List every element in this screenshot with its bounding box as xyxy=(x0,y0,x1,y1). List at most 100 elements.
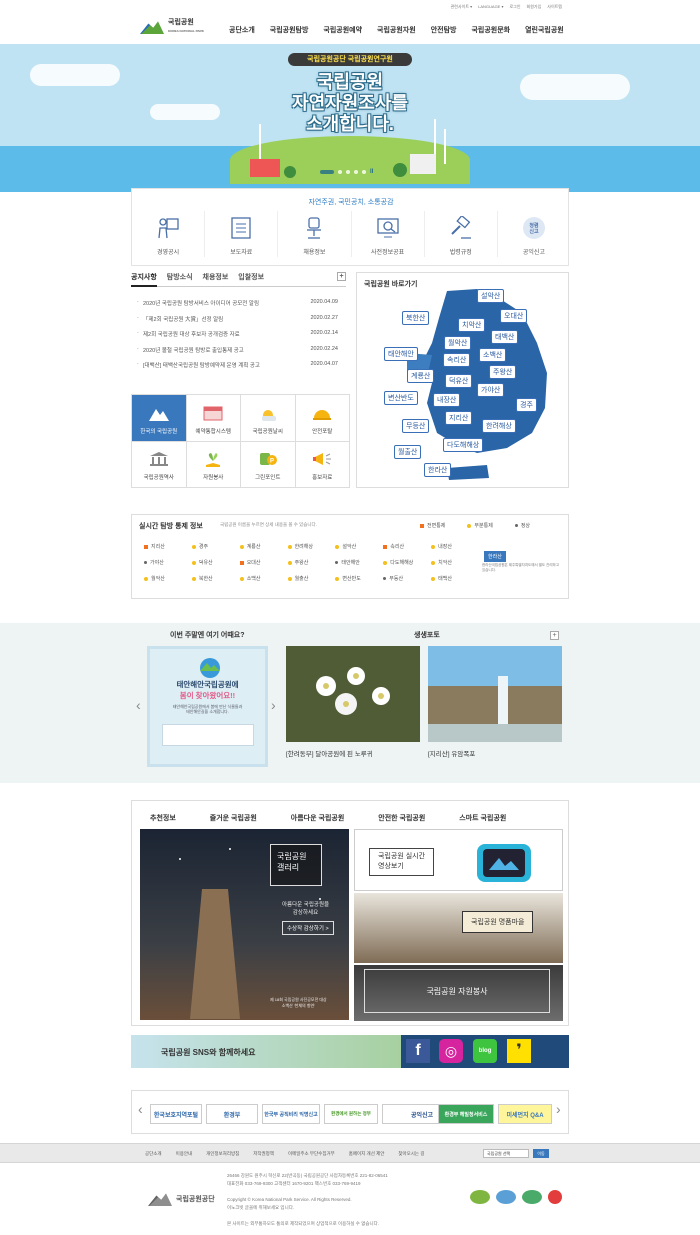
photo-card[interactable]: [지리산] 유암폭포 xyxy=(428,646,562,758)
control-park-item[interactable]: 속리산 xyxy=(383,543,431,550)
gallery-button[interactable]: 수상작 감상하기 > xyxy=(282,921,334,935)
service-greenpoint[interactable]: P 그린포인트 xyxy=(241,441,295,487)
prev-arrow-icon[interactable]: ‹ xyxy=(136,697,141,713)
park-link[interactable]: 한려해상 xyxy=(482,419,516,433)
park-link[interactable]: 덕유산 xyxy=(445,374,473,388)
family-site[interactable]: 환경에서 원하는 정부 xyxy=(324,1104,378,1124)
footer-link[interactable]: 이메일주소 무단수집거부 xyxy=(288,1151,335,1157)
park-link[interactable]: 오대산 xyxy=(500,309,528,323)
nav-item[interactable]: 국립공원예약 xyxy=(323,25,362,35)
park-link[interactable]: 지리산 xyxy=(445,411,473,425)
photo-more-button[interactable]: + xyxy=(550,631,559,640)
footer-link[interactable]: 공단소개 xyxy=(145,1151,162,1157)
nav-item[interactable]: 국립공원문화 xyxy=(471,25,510,35)
next-arrow-icon[interactable]: › xyxy=(556,1101,561,1117)
nav-item[interactable]: 안전탐방 xyxy=(431,25,457,35)
park-link[interactable]: 속리산 xyxy=(443,353,471,367)
park-link[interactable]: 태백산 xyxy=(491,330,519,344)
service-volunteer[interactable]: 자원봉사 xyxy=(186,441,240,487)
kakao-story-icon[interactable]: ❜ xyxy=(507,1039,531,1063)
utility-link[interactable]: 관련사이트 ▾ xyxy=(451,4,473,10)
footer-link[interactable]: 찾아오시는 길 xyxy=(398,1151,424,1157)
instagram-icon[interactable]: ◎ xyxy=(439,1039,463,1063)
notice-item[interactable]: [대백산] 태백산국립공원 탐방예약제 운영 계획 공고2020.04.07 xyxy=(131,361,346,377)
tab-recruit[interactable]: 채용정보 xyxy=(203,272,229,282)
prev-arrow-icon[interactable]: ‹ xyxy=(138,1101,143,1117)
family-site[interactable]: 한국부 공직비리 익명신고 xyxy=(262,1104,320,1124)
control-park-item[interactable]: 월출산 xyxy=(287,575,336,582)
notice-item[interactable]: 제2회 국립공원 대상 후보자 공개검증 자료2020.02.14 xyxy=(131,330,346,346)
family-site[interactable]: 환경부 xyxy=(206,1104,258,1124)
family-site[interactable]: 미세먼지 Q&A xyxy=(498,1104,552,1124)
service-safety[interactable]: 안전포탈 xyxy=(295,395,349,441)
quick-item-law[interactable]: 법령규정 xyxy=(425,211,498,257)
family-site[interactable]: 한국보호지역포털 xyxy=(150,1104,202,1124)
park-link[interactable]: 소백산 xyxy=(479,348,507,362)
control-park-item[interactable]: 가야산 xyxy=(144,559,192,566)
park-link[interactable]: 월악산 xyxy=(444,336,472,350)
family-site[interactable]: 환경부 헤밀청서비스 xyxy=(438,1104,494,1124)
nav-item[interactable]: 열린국립공원 xyxy=(525,25,564,35)
control-park-item[interactable]: 한려해상 xyxy=(287,543,336,550)
park-link[interactable]: 설악산 xyxy=(477,289,505,303)
footer-link[interactable]: 개인정보처리방침 xyxy=(206,1151,239,1157)
control-park-item[interactable]: 오대산 xyxy=(239,559,288,566)
hallasan-button[interactable]: 한라산 xyxy=(484,551,506,562)
quick-item-recruit[interactable]: 채용정보 xyxy=(278,211,352,257)
tab-fun[interactable]: 즐거운 국립공원 xyxy=(210,813,257,823)
service-korea-parks[interactable]: 한국의 국립공원 xyxy=(132,395,186,441)
service-weather[interactable]: 국립공원날씨 xyxy=(241,395,295,441)
control-park-item[interactable]: 소백산 xyxy=(239,575,288,582)
park-link[interactable]: 계룡산 xyxy=(407,369,435,383)
volunteer-card[interactable]: 국립공원 자원봉사 xyxy=(354,965,563,1021)
hero-banner[interactable]: 국립공원공단 국립공원연구원 국립공원 자연자원조사를 소개합니다. II xyxy=(0,44,700,192)
park-link[interactable]: 북한산 xyxy=(402,311,430,325)
quick-item-press[interactable]: 보도자료 xyxy=(205,211,279,257)
nav-item[interactable]: 국립공원탐방 xyxy=(270,25,309,35)
control-park-item[interactable]: 설악산 xyxy=(335,543,383,550)
facebook-icon[interactable]: f xyxy=(406,1039,430,1063)
slider-dot[interactable] xyxy=(338,170,342,174)
slider-dot[interactable] xyxy=(362,170,366,174)
quick-item-management[interactable]: 경영공시 xyxy=(132,211,206,257)
slider-dot-active[interactable] xyxy=(320,170,334,174)
control-park-item[interactable]: 변산반도 xyxy=(335,575,383,582)
control-park-item[interactable]: 지리산 xyxy=(144,543,192,550)
photo-card[interactable]: [한려동부] 달아공원에 핀 노루귀 xyxy=(286,646,420,758)
utility-link[interactable]: 회원가입 xyxy=(527,4,542,10)
village-card[interactable]: 국립공원 명품마을 xyxy=(354,893,563,963)
control-park-item[interactable]: 북한산 xyxy=(191,575,240,582)
service-history[interactable]: 국립공원역사 xyxy=(132,441,186,487)
park-select[interactable]: 국립공원 선택 xyxy=(483,1149,529,1158)
blog-icon[interactable]: blog xyxy=(473,1039,497,1063)
slider-dot[interactable] xyxy=(346,170,350,174)
more-button[interactable]: + xyxy=(337,272,346,281)
park-link[interactable]: 다도해해상 xyxy=(443,438,484,452)
live-video-card[interactable]: 국립공원 실시간 영상보기 xyxy=(354,829,563,891)
park-link[interactable]: 치악산 xyxy=(458,318,486,332)
utility-link[interactable]: 사이트맵 xyxy=(547,4,562,10)
quick-item-disclosure[interactable]: 사전정보공표 xyxy=(352,211,425,257)
notice-item[interactable]: 2020년 국립공원 탐방서비스 아이디어 공모전 알림2020.04.09 xyxy=(131,299,346,315)
notice-item[interactable]: 2020년 볼철 국립공원 탐방로 출입통제 공고2020.02.24 xyxy=(131,346,346,362)
control-park-item[interactable]: 무등산 xyxy=(383,575,431,582)
control-park-item[interactable]: 경주 xyxy=(191,543,240,550)
control-park-item[interactable]: 태백산 xyxy=(431,575,479,582)
nav-item[interactable]: 국립공원자원 xyxy=(377,25,416,35)
gallery-card[interactable]: 국립공원 갤러리 아름다운 국립공원을 감상하세요 수상작 감상하기 > 제 18회… xyxy=(140,829,349,1020)
tab-beautiful[interactable]: 아름다운 국립공원 xyxy=(291,813,344,823)
pause-button[interactable]: II xyxy=(370,169,373,175)
tab-notice[interactable]: 공지사항 xyxy=(131,272,157,287)
park-link[interactable]: 내장산 xyxy=(433,393,461,407)
go-button[interactable]: 이동 xyxy=(533,1149,549,1158)
next-arrow-icon[interactable]: › xyxy=(271,697,276,713)
site-logo[interactable]: 국립공원 KOREA NATIONAL PARK xyxy=(140,19,204,35)
park-link[interactable]: 경주 xyxy=(516,398,537,412)
control-park-item[interactable]: 주왕산 xyxy=(287,559,336,566)
park-link[interactable]: 태안해안 xyxy=(384,347,418,361)
nav-item[interactable]: 공단소개 xyxy=(229,25,255,35)
control-park-item[interactable]: 계룡산 xyxy=(239,543,288,550)
tab-news[interactable]: 탐방소식 xyxy=(167,272,193,282)
control-park-item[interactable]: 내장산 xyxy=(431,543,479,550)
park-link[interactable]: 주왕산 xyxy=(489,365,517,379)
